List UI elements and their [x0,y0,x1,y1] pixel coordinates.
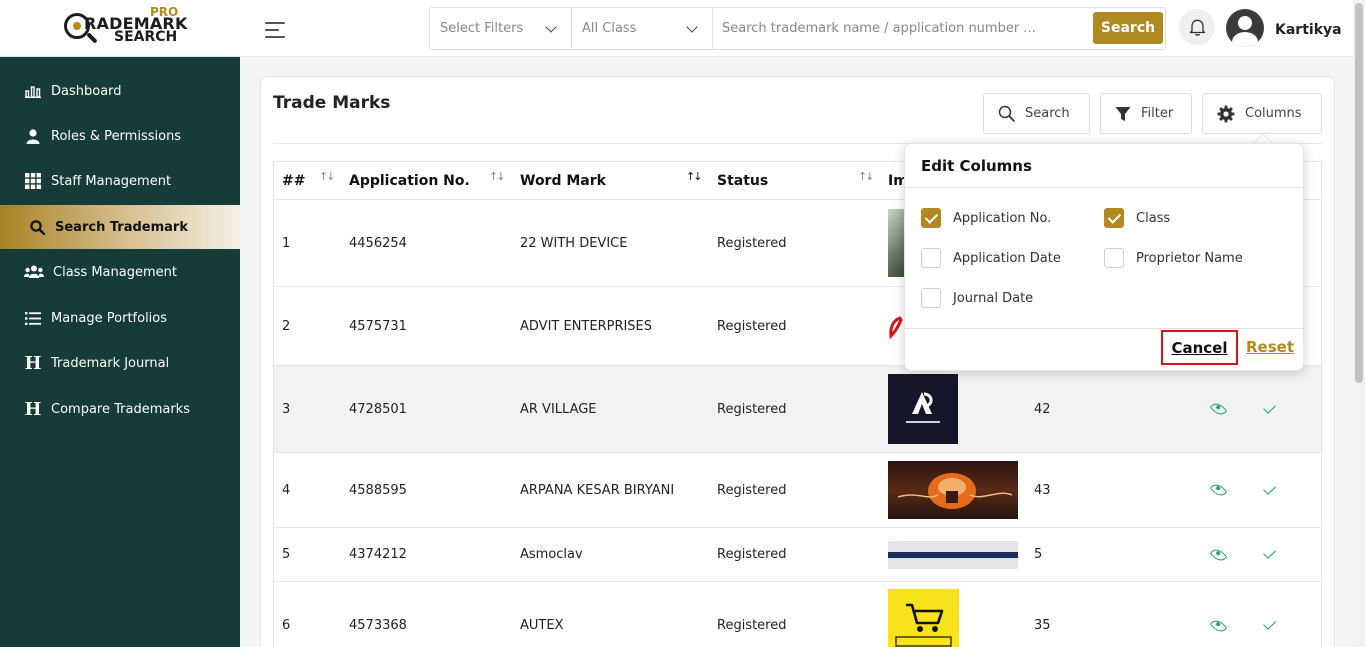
search-button[interactable]: Search [1093,12,1163,44]
column-option-journal-date[interactable]: Journal Date [921,288,1033,308]
class-value: 42 [1034,401,1051,417]
gear-icon [1217,105,1235,123]
edit-columns-popup: Edit Columns Application No. Class Appli… [904,143,1304,371]
user-name[interactable]: Kartikya [1275,22,1342,38]
sidebar-item-roles[interactable]: Roles & Permissions [0,114,240,158]
approve-check-icon[interactable] [1263,528,1276,581]
table-row[interactable]: 6 4573368 AUTEX Registered 35 [274,582,1321,647]
checkbox-checked[interactable] [921,208,941,228]
view-eye-icon[interactable] [1209,582,1228,647]
logo[interactable]: PRO RADEMARK SEARCH [0,0,240,57]
trademark-image[interactable] [888,315,904,339]
notification-bell-icon[interactable] [1179,9,1215,45]
approve-check-icon[interactable] [1263,453,1276,527]
sidebar-item-dashboard[interactable]: Dashboard [0,69,240,113]
checkbox-checked[interactable] [1104,208,1124,228]
class-select[interactable]: All Class [572,8,713,49]
trademark-image[interactable] [888,589,959,647]
list-icon [24,311,42,325]
logo-line2: SEARCH [114,29,178,45]
chevron-down-icon [545,21,557,33]
approve-check-icon[interactable] [1263,366,1276,452]
sidebar: PRO RADEMARK SEARCH Dashboard Roles & Pe… [0,0,240,647]
sort-icon[interactable]: ↑↓ [489,170,506,183]
sidebar-item-compare[interactable]: H Compare Trademarks [0,387,240,431]
column-option-class[interactable]: Class [1104,208,1170,228]
checkbox-unchecked[interactable] [1104,248,1124,268]
filter-button[interactable]: Filter [1100,93,1192,134]
sidebar-item-label: Staff Management [51,173,172,189]
grid-icon [24,173,42,189]
cancel-button[interactable]: Cancel [1161,330,1238,365]
page-scrollbar[interactable] [1353,0,1365,647]
column-option-application-no[interactable]: Application No. [921,208,1051,228]
search-bar: Select Filters All Class [429,7,1166,50]
reset-link[interactable]: Reset [1246,338,1294,356]
class-value: 43 [1034,482,1051,498]
popup-title: Edit Columns [921,157,1032,175]
column-header-word-mark[interactable]: Word Mark [520,162,606,199]
sort-icon[interactable]: ↑↓ [858,170,875,183]
table-row[interactable]: 4 4588595 ARPANA KESAR BIRYANI Registere… [274,453,1321,528]
funnel-icon [1115,106,1131,122]
trademark-image[interactable] [888,538,1020,572]
chevron-down-icon [686,21,698,33]
trademark-image[interactable] [888,374,958,444]
sidebar-item-label: Search Trademark [55,219,188,235]
h-icon: H [24,398,42,420]
sidebar-item-journal[interactable]: H Trademark Journal [0,341,240,385]
search-icon [998,105,1015,122]
sidebar-item-class-management[interactable]: Class Management [0,250,240,294]
checkbox-unchecked[interactable] [921,248,941,268]
filter-select[interactable]: Select Filters [430,8,572,49]
column-header-number[interactable]: ## [282,162,305,199]
users-icon [24,265,44,279]
avatar[interactable] [1226,9,1264,47]
view-eye-icon[interactable] [1209,528,1228,581]
sort-icon[interactable]: ↑↓ [686,170,703,183]
sidebar-item-staff[interactable]: Staff Management [0,159,240,203]
bar-chart-icon [24,84,42,98]
approve-check-icon[interactable] [1263,582,1276,647]
user-icon [24,128,42,144]
h-icon: H [24,352,42,374]
sidebar-item-search-trademark[interactable]: Search Trademark [0,205,240,249]
trademark-image[interactable] [888,209,904,277]
table-row[interactable]: 3 4728501 AR VILLAGE Registered 42 [274,366,1321,453]
sidebar-item-label: Manage Portfolios [51,310,168,326]
sidebar-item-label: Dashboard [51,83,122,99]
table-row[interactable]: 5 4374212 Asmoclav Registered 5 [274,528,1321,582]
sidebar-item-label: Compare Trademarks [51,401,190,417]
sidebar-item-portfolios[interactable]: Manage Portfolios [0,296,240,340]
sidebar-item-label: Class Management [53,264,177,280]
column-option-application-date[interactable]: Application Date [921,248,1061,268]
column-header-application-no[interactable]: Application No. [349,162,470,199]
table-search-button[interactable]: Search [983,93,1090,134]
search-icon [28,219,46,235]
sort-icon[interactable]: ↑↓ [319,170,336,183]
page-title: Trade Marks [273,93,391,113]
column-option-proprietor-name[interactable]: Proprietor Name [1104,248,1243,268]
scrollbar-thumb[interactable] [1355,3,1363,383]
sidebar-item-label: Trademark Journal [51,355,170,371]
view-eye-icon[interactable] [1209,453,1228,527]
checkbox-unchecked[interactable] [921,288,941,308]
top-bar: Select Filters All Class Search Kartikya [240,0,1353,57]
column-header-status[interactable]: Status [717,162,768,199]
class-value: 35 [1034,618,1051,633]
sidebar-item-label: Roles & Permissions [51,128,182,144]
columns-button[interactable]: Columns [1202,93,1322,134]
trademark-search-input[interactable] [722,8,1082,49]
hamburger-menu-icon[interactable] [265,22,285,43]
class-value: 5 [1034,547,1043,562]
view-eye-icon[interactable] [1209,366,1228,452]
trademark-image[interactable] [888,461,1018,519]
